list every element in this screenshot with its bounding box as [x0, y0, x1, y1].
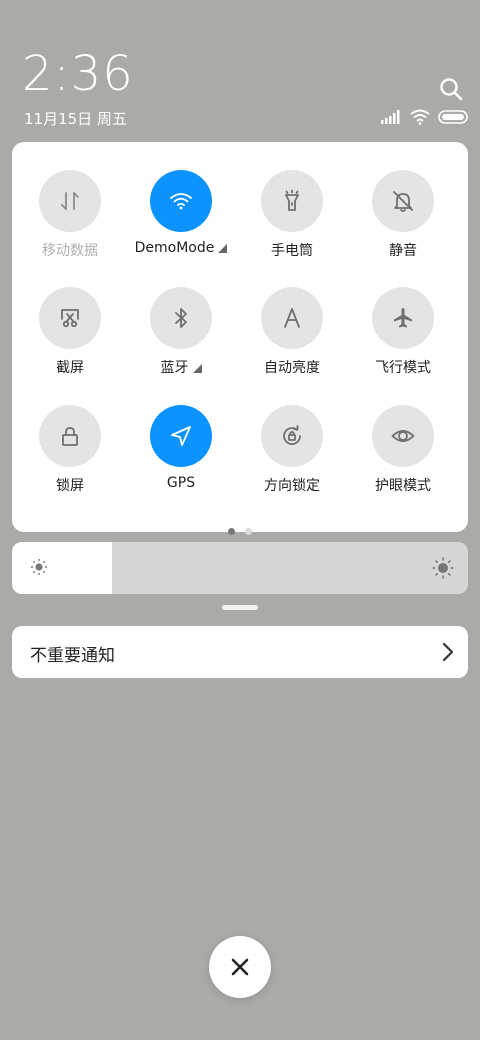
tile-toggle[interactable]: [261, 287, 323, 349]
tile-bluetooth[interactable]: 蓝牙: [125, 287, 237, 397]
page-dot-1[interactable]: [228, 528, 235, 535]
wifi-icon: [170, 193, 192, 210]
tile-label-text: 飞行模式: [375, 360, 431, 376]
tile-label-text: GPS: [166, 475, 196, 491]
tile-label: 静音: [347, 240, 459, 260]
chevron-right-icon: [442, 642, 454, 662]
tile-toggle[interactable]: [372, 170, 434, 232]
brightness-slider[interactable]: [12, 542, 468, 594]
expand-triangle-icon: [192, 363, 202, 373]
brightness-high-icon: [432, 557, 454, 579]
status-bar: 2:36 11月15日 周五: [0, 0, 480, 140]
tile-label: 飞行模式: [347, 357, 459, 377]
screenshot-icon: [61, 309, 79, 328]
brightness-low-icon: [31, 559, 47, 575]
tile-toggle[interactable]: [39, 287, 101, 349]
tile-label: 移动数据: [14, 240, 126, 260]
tile-label: 截屏: [14, 357, 126, 377]
expand-triangle-icon: [218, 243, 228, 253]
tile-label: 锁屏: [14, 475, 126, 495]
tile-label-text: 移动数据: [42, 243, 98, 259]
tile-toggle[interactable]: [150, 170, 212, 232]
brightness-fill: [12, 542, 113, 594]
tile-toggle[interactable]: [372, 287, 434, 349]
tile-airplane[interactable]: 飞行模式: [347, 287, 459, 397]
tile-label-text: 自动亮度: [264, 360, 320, 376]
mute-bell-icon: [393, 191, 413, 212]
tile-label-text: 手电筒: [271, 243, 313, 259]
tile-toggle[interactable]: [150, 287, 212, 349]
tile-toggle[interactable]: [150, 405, 212, 467]
tile-label: 方向锁定: [236, 475, 348, 495]
tile-label-text: 锁屏: [56, 478, 84, 494]
tile-screenshot[interactable]: 截屏: [14, 287, 126, 397]
close-icon: [231, 958, 249, 976]
tile-rotation-lock[interactable]: 方向锁定: [236, 405, 348, 515]
location-arrow-icon: [171, 426, 191, 446]
mobile-data-icon: [61, 192, 79, 210]
tile-mobile-data[interactable]: 移动数据: [14, 170, 126, 280]
tile-flashlight[interactable]: 手电筒: [236, 170, 348, 280]
tile-location-arrow[interactable]: GPS: [125, 405, 237, 515]
eye-icon: [391, 430, 415, 442]
tile-mute-bell[interactable]: 静音: [347, 170, 459, 280]
airplane-icon: [394, 308, 412, 328]
page-indicator: [12, 520, 468, 539]
tile-toggle[interactable]: [39, 405, 101, 467]
notification-label: 不重要通知: [30, 646, 115, 666]
tile-label-text: 截屏: [56, 360, 84, 376]
unimportant-notifications-row[interactable]: 不重要通知: [12, 626, 468, 678]
clock: 2:36: [22, 46, 134, 102]
tile-auto-brightness[interactable]: 自动亮度: [236, 287, 348, 397]
auto-brightness-icon: [284, 308, 300, 328]
tile-toggle[interactable]: [261, 170, 323, 232]
tile-label-text: 蓝牙: [160, 360, 189, 376]
rotation-lock-icon: [283, 425, 301, 445]
bluetooth-icon: [175, 308, 187, 328]
date: 11月15日 周五: [24, 110, 127, 128]
quick-settings-panel: 移动数据 DemoMode 手电筒 静音截屏 蓝牙 自动亮度 飞行模式锁屏 GPS 方向锁定 护眼…: [12, 142, 468, 535]
tile-label-text: DemoMode: [134, 240, 215, 256]
tile-eye[interactable]: 护眼模式: [347, 405, 459, 515]
drag-handle[interactable]: [222, 605, 258, 610]
tile-toggle[interactable]: [261, 405, 323, 467]
system-icons: [380, 106, 470, 128]
tile-label: 护眼模式: [347, 475, 459, 495]
signal-icon: [381, 110, 400, 124]
tile-label: GPS: [125, 475, 237, 491]
tile-label: 自动亮度: [236, 357, 348, 377]
tile-lock[interactable]: 锁屏: [14, 405, 126, 515]
tile-label: DemoMode: [125, 240, 237, 256]
tile-label: 手电筒: [236, 240, 348, 260]
search-button[interactable]: [436, 74, 466, 104]
tile-toggle[interactable]: [372, 405, 434, 467]
search-icon: [440, 78, 463, 101]
tile-label-text: 护眼模式: [375, 478, 431, 494]
tile-toggle[interactable]: [39, 170, 101, 232]
tile-wifi[interactable]: DemoMode: [125, 170, 237, 280]
flashlight-icon: [285, 189, 299, 211]
tile-label-text: 方向锁定: [264, 478, 320, 494]
lock-icon: [62, 427, 78, 446]
tile-label-text: 静音: [389, 243, 417, 259]
close-button[interactable]: [209, 936, 271, 998]
page-dot-2[interactable]: [245, 528, 252, 535]
tile-label: 蓝牙: [125, 357, 237, 377]
wifi-icon: [410, 109, 430, 125]
battery-icon: [438, 110, 468, 124]
